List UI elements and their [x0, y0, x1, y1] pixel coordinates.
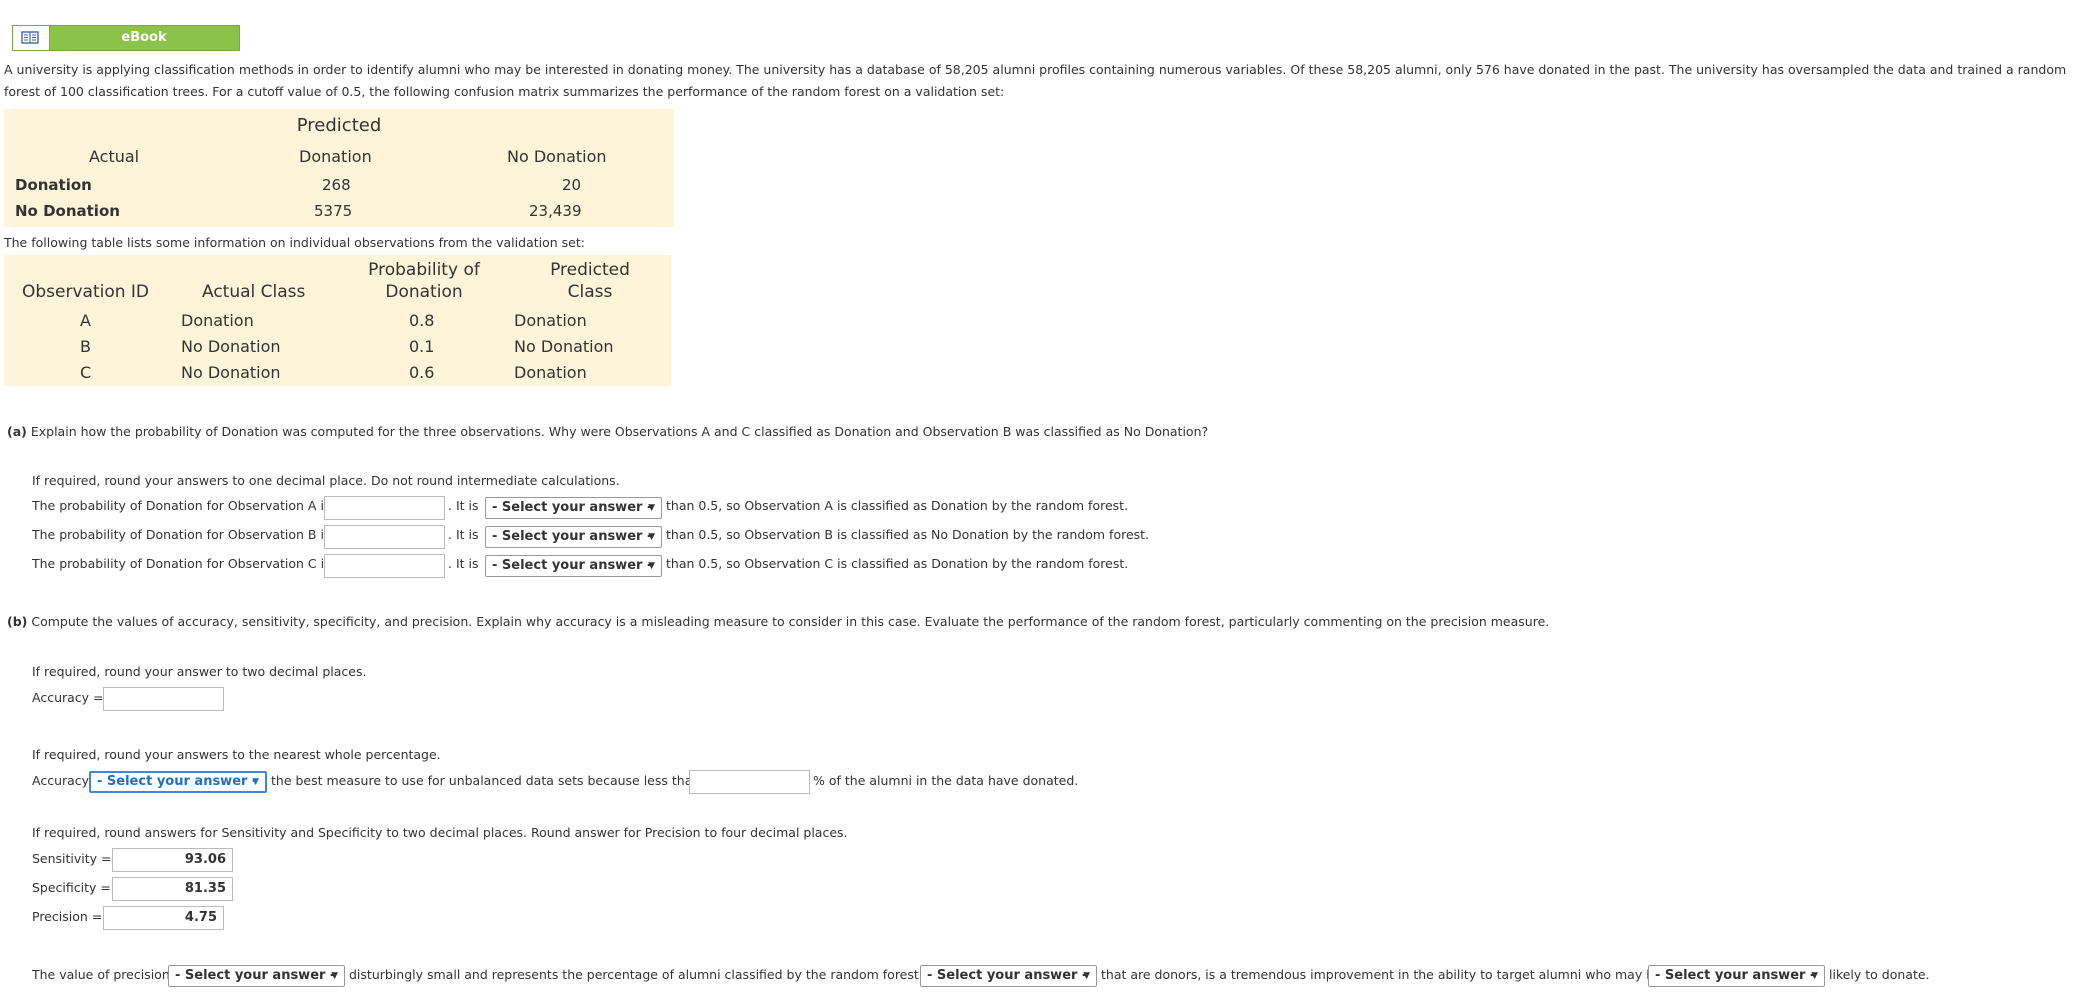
obs-b-prob-prompt: The probability of Donation for Observat…	[32, 527, 331, 542]
obs-b-actual: No Donation	[181, 337, 281, 356]
obs-c-conclusion: than 0.5, so Observation C is classified…	[666, 556, 1129, 571]
accuracy-statement-prefix: Accuracy	[32, 773, 90, 788]
precision-is-select[interactable]: - Select your answer - ▼	[168, 965, 345, 987]
cell-nodonation-nodonation: 23,439	[529, 202, 582, 220]
part-b-instruction-3: If required, round answers for Sensitivi…	[32, 825, 848, 840]
chevron-down-icon: ▼	[1083, 971, 1090, 981]
likelihood-select[interactable]: - Select your answer - ▼	[1648, 965, 1825, 987]
book-icon	[13, 26, 50, 50]
header-actual-class: Actual Class	[202, 282, 306, 302]
obs-b-it-is: . It is	[448, 527, 479, 542]
predicted-header: Predicted	[296, 115, 382, 136]
part-a-tag: (a)	[7, 424, 27, 439]
obs-b-conclusion: than 0.5, so Observation B is classified…	[666, 527, 1150, 542]
row-nodonation-label: No Donation	[15, 202, 120, 220]
obs-a-select-label: - Select your answer -	[492, 500, 653, 515]
confusion-matrix: Predicted Actual Donation No Donation Do…	[4, 109, 674, 227]
obs-a-id: A	[80, 311, 91, 330]
row-donation-label: Donation	[15, 176, 92, 194]
problem-intro: A university is applying classification …	[4, 62, 2067, 99]
sensitivity-input[interactable]: 93.06	[112, 848, 233, 872]
chevron-down-icon: ▼	[1811, 971, 1818, 981]
header-predicted-line2: Class	[567, 282, 613, 302]
obs-b-pred: No Donation	[514, 337, 614, 356]
precision-statement-middle-2: that are donors, is a tremendous improve…	[1101, 967, 1662, 982]
chevron-down-icon: ▼	[331, 971, 338, 981]
obs-c-comparison-select[interactable]: - Select your answer - ▼	[485, 555, 662, 577]
obs-c-prob-input[interactable]	[324, 554, 445, 578]
observations-table: Observation ID Actual Class Probability …	[4, 255, 671, 386]
observations-intro: The following table lists some informati…	[4, 235, 585, 250]
cell-nodonation-donation: 5375	[314, 202, 353, 220]
cell-donation-nodonation: 20	[562, 176, 582, 194]
accuracy-statement-middle: the best measure to use for unbalanced d…	[271, 773, 701, 788]
accuracy-label: Accuracy =	[32, 690, 104, 705]
obs-a-actual: Donation	[181, 311, 254, 330]
obs-b-prob-input[interactable]	[324, 525, 445, 549]
part-b-text: Compute the values of accuracy, sensitiv…	[31, 614, 1550, 629]
obs-a-prob-prompt: The probability of Donation for Observat…	[32, 498, 331, 513]
obs-a-conclusion: than 0.5, so Observation A is classified…	[666, 498, 1129, 513]
sensitivity-label: Sensitivity =	[32, 851, 112, 866]
obs-b-id: B	[80, 337, 91, 356]
accuracy-input[interactable]	[103, 687, 224, 711]
part-b-instruction-1: If required, round your answer to two de…	[32, 664, 367, 679]
header-predicted-line1: Predicted	[550, 260, 630, 280]
precision-input[interactable]: 4.75	[103, 906, 224, 930]
header-probability-line1: Probability of	[368, 260, 480, 280]
chevron-down-icon: ▼	[648, 532, 655, 542]
header-probability-line2: Donation	[385, 282, 463, 302]
obs-a-it-is: . It is	[448, 498, 479, 513]
obs-c-select-label: - Select your answer -	[492, 558, 653, 573]
precision-select-2-label: - Select your answer -	[927, 968, 1088, 983]
obs-b-prob: 0.1	[409, 337, 435, 356]
part-a-question: (a) Explain how the probability of Donat…	[7, 424, 1208, 439]
accuracy-select-label: - Select your answer -	[97, 774, 258, 789]
obs-c-id: C	[80, 363, 92, 382]
donated-percent-input[interactable]	[689, 770, 810, 794]
chevron-down-icon: ▼	[252, 777, 259, 787]
specificity-input[interactable]: 81.35	[112, 877, 233, 901]
precision-statement-suffix: likely to donate.	[1829, 967, 1930, 982]
obs-b-select-label: - Select your answer -	[492, 529, 653, 544]
accuracy-best-measure-select[interactable]: - Select your answer - ▼	[89, 771, 267, 793]
accuracy-statement-suffix: % of the alumni in the data have donated…	[813, 773, 1079, 788]
chevron-down-icon: ▼	[648, 503, 655, 513]
precision-statement-prefix: The value of precision	[32, 967, 170, 982]
part-a-text: Explain how the probability of Donation …	[30, 424, 1209, 439]
obs-a-prob: 0.8	[409, 311, 435, 330]
precision-select-3-label: - Select your answer -	[1655, 968, 1816, 983]
precision-statement-middle-1: disturbingly small and represents the pe…	[349, 967, 937, 982]
part-b-tag: (b)	[7, 614, 28, 629]
chevron-down-icon: ▼	[648, 561, 655, 571]
ebook-button[interactable]: eBook	[12, 25, 240, 51]
obs-a-pred: Donation	[514, 311, 587, 330]
obs-c-it-is: . It is	[448, 556, 479, 571]
part-b-instruction-2: If required, round your answers to the n…	[32, 747, 441, 762]
obs-c-prob-prompt: The probability of Donation for Observat…	[32, 556, 331, 571]
obs-c-pred: Donation	[514, 363, 587, 382]
classified-as-select[interactable]: - Select your answer - ▼	[920, 965, 1097, 987]
obs-b-comparison-select[interactable]: - Select your answer - ▼	[485, 526, 662, 548]
obs-c-prob: 0.6	[409, 363, 435, 382]
specificity-label: Specificity =	[32, 880, 111, 895]
part-a-instruction: If required, round your answers to one d…	[32, 473, 620, 488]
ebook-label: eBook	[121, 30, 167, 45]
header-observation-id: Observation ID	[22, 282, 150, 302]
obs-a-comparison-select[interactable]: - Select your answer - ▼	[485, 497, 662, 519]
actual-header: Actual	[89, 147, 140, 166]
precision-select-1-label: - Select your answer -	[175, 968, 336, 983]
precision-label: Precision =	[32, 909, 103, 924]
obs-a-prob-input[interactable]	[324, 496, 445, 520]
part-b-question: (b) Compute the values of accuracy, sens…	[7, 614, 1549, 629]
col-donation-header: Donation	[299, 147, 372, 166]
obs-c-actual: No Donation	[181, 363, 281, 382]
col-no-donation-header: No Donation	[507, 147, 607, 166]
cell-donation-donation: 268	[322, 176, 351, 194]
